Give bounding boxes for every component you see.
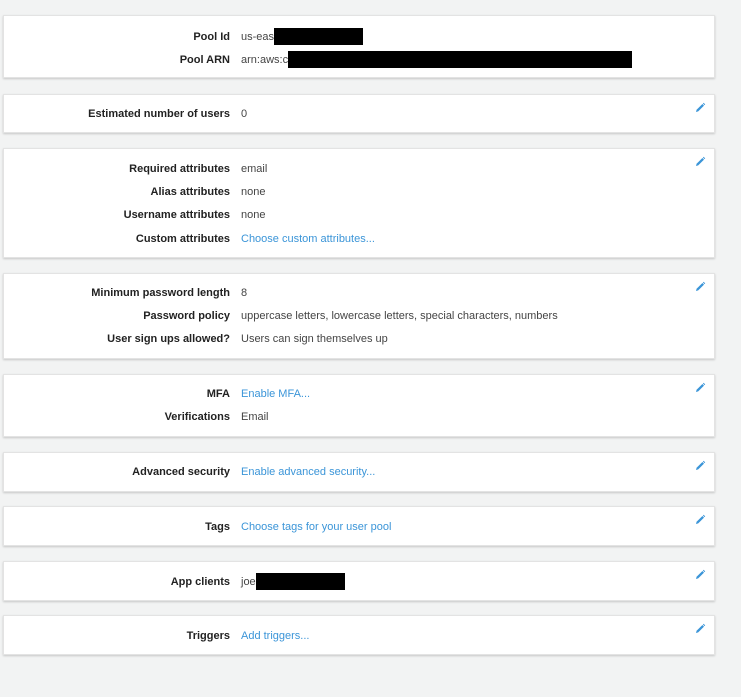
pencil-icon[interactable] [694,382,706,394]
password-policy-row: Password policy uppercase letters, lower… [4,308,714,324]
min-password-length-row: Minimum password length 8 [4,285,714,301]
min-password-length-value: 8 [241,287,248,299]
verifications-row: Verifications Email [4,409,714,425]
pool-arn-row: Pool ARN arn:aws:c [4,50,714,68]
mfa-row: MFA Enable MFA... [4,386,714,402]
username-attributes-row: Username attributes none [4,207,714,223]
pencil-icon[interactable] [694,156,706,168]
choose-custom-attributes-link[interactable]: Choose custom attributes... [241,231,375,247]
enable-advanced-security-link[interactable]: Enable advanced security... [241,464,375,480]
users-row: Estimated number of users 0 [4,106,714,122]
redacted-block [255,572,345,590]
app-clients-panel: App clients joe [3,561,715,601]
required-attributes-value: email [241,163,268,175]
app-clients-row: App clients joe [4,572,714,590]
enable-mfa-link[interactable]: Enable MFA... [241,386,310,402]
password-policy-panel: Minimum password length 8 Password polic… [3,273,715,359]
alias-attributes-value: none [241,186,266,198]
alias-attributes-row: Alias attributes none [4,184,714,200]
tags-panel: Tags Choose tags for your user pool [3,506,715,546]
pencil-icon[interactable] [694,623,706,635]
alias-attributes-label: Alias attributes [150,186,230,198]
username-attributes-value: none [241,209,266,221]
password-policy-label: Password policy [143,310,230,322]
user-signups-label: User sign ups allowed? [107,333,230,345]
triggers-label: Triggers [186,630,230,642]
required-attributes-label: Required attributes [129,163,230,175]
min-password-length-label: Minimum password length [91,287,230,299]
custom-attributes-label: Custom attributes [135,233,230,245]
app-clients-label: App clients [170,576,230,588]
users-value: 0 [241,108,248,120]
verifications-label: Verifications [164,411,230,423]
pool-info-panel: Pool Id us-eas Pool ARN arn:aws:c [3,15,715,78]
users-panel: Estimated number of users 0 [3,94,715,133]
add-triggers-link[interactable]: Add triggers... [241,628,309,644]
pool-id-label: Pool Id [193,31,230,43]
tags-row: Tags Choose tags for your user pool [4,519,714,535]
attributes-panel: Required attributes email Alias attribut… [3,148,715,258]
advanced-security-label: Advanced security [132,466,230,478]
mfa-panel: MFA Enable MFA... Verifications Email [3,374,715,437]
choose-tags-link[interactable]: Choose tags for your user pool [241,519,391,535]
pool-id-row: Pool Id us-eas [4,27,714,45]
advanced-security-row: Advanced security Enable advanced securi… [4,464,714,480]
user-signups-value: Users can sign themselves up [241,333,388,345]
tags-label: Tags [205,521,230,533]
redacted-block [274,27,364,45]
required-attributes-row: Required attributes email [4,161,714,177]
user-signups-row: User sign ups allowed? Users can sign th… [4,331,714,347]
pool-id-value: us-eas [241,27,364,45]
redacted-block [288,50,633,68]
pencil-icon[interactable] [694,514,706,526]
password-policy-value: uppercase letters, lowercase letters, sp… [241,310,558,322]
pencil-icon[interactable] [694,569,706,581]
custom-attributes-row: Custom attributes Choose custom attribut… [4,231,714,247]
triggers-panel: Triggers Add triggers... [3,615,715,655]
mfa-label: MFA [206,388,230,400]
pool-arn-value: arn:aws:c [241,50,633,68]
verifications-value: Email [241,411,269,423]
pool-arn-label: Pool ARN [179,54,230,66]
pencil-icon[interactable] [694,102,706,114]
advanced-security-panel: Advanced security Enable advanced securi… [3,452,715,492]
triggers-row: Triggers Add triggers... [4,628,714,644]
pencil-icon[interactable] [694,460,706,472]
users-label: Estimated number of users [88,108,230,120]
pencil-icon[interactable] [694,281,706,293]
username-attributes-label: Username attributes [123,209,230,221]
app-clients-value: joe [241,572,345,590]
